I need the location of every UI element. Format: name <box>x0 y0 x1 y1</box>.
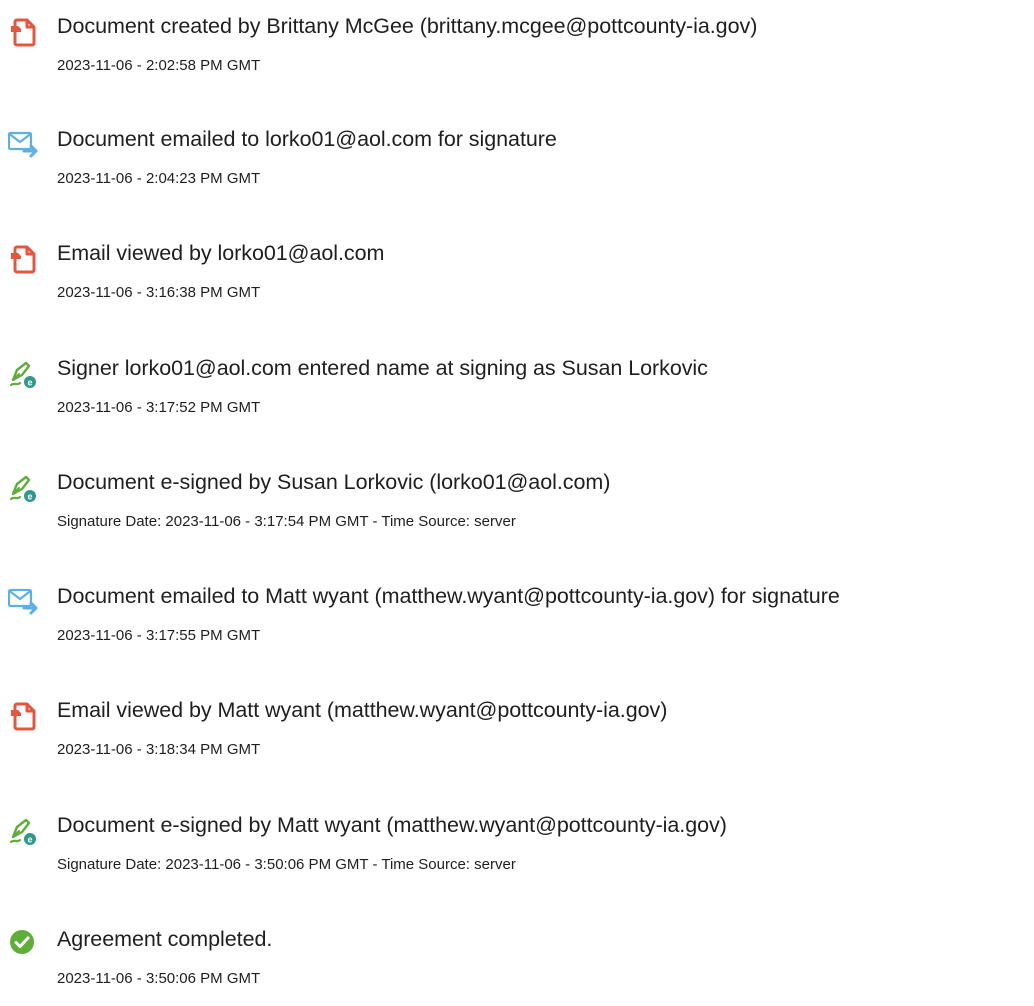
event-title: Document emailed to Matt wyant (matthew.… <box>57 584 840 608</box>
audit-event: e Document e-signed by Susan Lorkovic (l… <box>0 469 1034 549</box>
audit-event-list: Document created by Brittany McGee (brit… <box>0 0 1034 994</box>
event-title: Document emailed to lorko01@aol.com for … <box>57 127 557 151</box>
svg-text:e: e <box>27 378 32 388</box>
event-title: Email viewed by Matt wyant (matthew.wyan… <box>57 698 668 722</box>
audit-event: Email viewed by lorko01@aol.com 2023-11-… <box>0 240 1034 320</box>
event-timestamp: 2023-11-06 - 3:16:38 PM GMT <box>57 284 261 301</box>
event-timestamp: 2023-11-06 - 3:17:52 PM GMT <box>57 399 261 416</box>
svg-text:e: e <box>27 835 32 845</box>
event-timestamp: Signature Date: 2023-11-06 - 3:50:06 PM … <box>57 856 516 873</box>
audit-event: e Signer lorko01@aol.com entered name at… <box>0 355 1034 435</box>
document-viewed-icon <box>8 243 42 275</box>
signature-pen-icon: e <box>8 358 42 390</box>
audit-event: e Document e-signed by Matt wyant (matth… <box>0 812 1034 892</box>
event-timestamp: Signature Date: 2023-11-06 - 3:17:54 PM … <box>57 513 516 530</box>
event-timestamp: 2023-11-06 - 2:02:58 PM GMT <box>57 57 261 74</box>
event-timestamp: 2023-11-06 - 2:04:23 PM GMT <box>57 170 261 187</box>
checkmark-circle-icon <box>8 929 42 961</box>
event-title: Document e-signed by Susan Lorkovic (lor… <box>57 470 611 494</box>
event-title: Email viewed by lorko01@aol.com <box>57 241 385 265</box>
event-timestamp: 2023-11-06 - 3:17:55 PM GMT <box>57 627 261 644</box>
email-sent-icon <box>8 129 42 161</box>
document-viewed-icon <box>8 700 42 732</box>
signature-pen-icon: e <box>8 815 42 847</box>
audit-event: Document created by Brittany McGee (brit… <box>0 13 1034 93</box>
email-sent-icon <box>8 586 42 618</box>
audit-event: Email viewed by Matt wyant (matthew.wyan… <box>0 697 1034 777</box>
signature-pen-icon: e <box>8 472 42 504</box>
event-timestamp: 2023-11-06 - 3:18:34 PM GMT <box>57 741 261 758</box>
event-title: Agreement completed. <box>57 927 273 951</box>
audit-event: Document emailed to lorko01@aol.com for … <box>0 126 1034 206</box>
svg-text:e: e <box>27 492 32 502</box>
event-title: Signer lorko01@aol.com entered name at s… <box>57 356 708 380</box>
document-created-icon <box>8 16 42 48</box>
audit-event: Document emailed to Matt wyant (matthew.… <box>0 583 1034 663</box>
audit-event: Agreement completed. 2023-11-06 - 3:50:0… <box>0 926 1034 1006</box>
event-title: Document e-signed by Matt wyant (matthew… <box>57 813 727 837</box>
event-timestamp: 2023-11-06 - 3:50:06 PM GMT <box>57 970 261 987</box>
event-title: Document created by Brittany McGee (brit… <box>57 14 758 38</box>
